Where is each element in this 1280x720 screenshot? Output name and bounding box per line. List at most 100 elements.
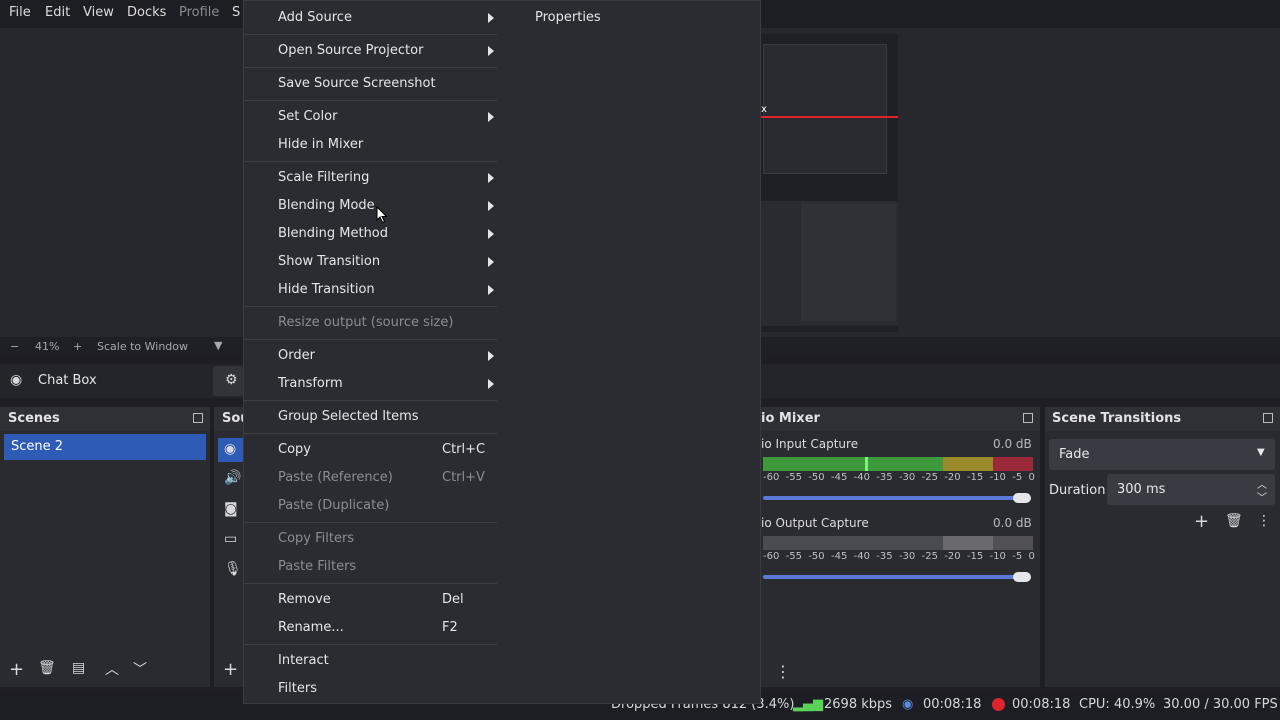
fps: 30.00 / 30.00 FPS — [1163, 697, 1278, 712]
shortcut-paste: Ctrl+V — [442, 470, 485, 485]
selected-source-name: Chat Box — [38, 373, 97, 388]
menu-item-filters[interactable]: Filters — [278, 681, 317, 696]
menu-item-scale-filtering[interactable]: Scale Filtering — [278, 170, 369, 185]
menu-item-paste-duplicate: Paste (Duplicate) — [278, 498, 390, 513]
source-properties-button[interactable]: ⚙ — [213, 366, 243, 396]
move-down-icon[interactable]: ﹀ — [133, 659, 147, 679]
menu-docks[interactable]: Docks — [127, 5, 166, 20]
transition-select[interactable]: Fade ▼ — [1049, 439, 1275, 470]
chevron-down-icon: ▼ — [1257, 447, 1265, 458]
shortcut-copy: Ctrl+C — [442, 442, 486, 457]
menu-item-copy-filters: Copy Filters — [278, 531, 355, 546]
scene-transitions-dock: Scene Transitions Fade ▼ Duration 300 ms… — [1045, 407, 1280, 687]
add-transition-icon[interactable]: + — [1194, 511, 1209, 532]
menu-file[interactable]: File — [9, 5, 31, 20]
stepper-down-icon[interactable]: ﹀ — [1257, 489, 1267, 504]
menu-item-transform[interactable]: Transform — [278, 376, 343, 391]
menu-item-order[interactable]: Order — [278, 348, 315, 363]
menu-item-blending-mode[interactable]: Blending Mode — [278, 198, 375, 213]
scenes-dock-title: Scenes — [0, 407, 210, 431]
menu-item-hide-transition[interactable]: Hide Transition — [278, 282, 375, 297]
menu-item-show-transition[interactable]: Show Transition — [278, 254, 380, 269]
preview-canvas[interactable]: x — [761, 34, 898, 332]
volume-slider-handle[interactable] — [1013, 572, 1031, 582]
menu-item-resize-output: Resize output (source size) — [278, 315, 454, 330]
duration-value: 300 ms — [1117, 482, 1166, 497]
volume-meter-dim-mid — [943, 536, 993, 550]
scene-item[interactable]: Scene 2 — [4, 434, 206, 460]
mixer-menu-icon[interactable]: ⋮ — [775, 662, 791, 681]
preview-inner-window — [763, 44, 887, 174]
menu-item-hide-in-mixer[interactable]: Hide in Mixer — [278, 137, 363, 152]
submenu-arrow-icon — [488, 351, 494, 361]
shortcut-remove: Del — [442, 592, 464, 607]
menu-separator — [244, 34, 497, 35]
globe-icon: ◉ — [10, 372, 23, 388]
monitor-icon: ▭ — [224, 531, 238, 547]
trash-icon[interactable]: 🗑 — [1225, 513, 1243, 529]
preview-nested-dock — [801, 203, 896, 321]
volume-slider-output[interactable] — [763, 575, 1025, 579]
menu-item-add-source[interactable]: Add Source — [278, 10, 352, 25]
sources-dock: Sou ◉ 🔊 ◙ ▭ 🎙 + — [214, 407, 250, 687]
menu-item-properties[interactable]: Properties — [535, 10, 601, 25]
menu-item-open-source-projector[interactable]: Open Source Projector — [278, 43, 423, 58]
transition-menu-icon[interactable]: ⋮ — [1257, 513, 1271, 529]
scale-mode-select[interactable]: Scale to Window — [97, 340, 188, 353]
volume-slider-handle[interactable] — [1013, 493, 1031, 503]
volume-meter-green — [763, 457, 943, 471]
float-dock-icon[interactable] — [193, 413, 203, 423]
chevron-down-icon[interactable]: ▼ — [214, 339, 222, 352]
preview-red-line — [761, 116, 898, 118]
menu-item-group-selected[interactable]: Group Selected Items — [278, 409, 419, 424]
move-up-icon[interactable]: ︿ — [105, 659, 119, 679]
globe-icon: ◉ — [224, 441, 237, 457]
submenu-arrow-icon — [488, 229, 494, 239]
add-source-icon[interactable]: + — [223, 659, 238, 680]
zoom-out-button[interactable]: − — [10, 340, 19, 353]
duration-input[interactable]: 300 ms ︿ ﹀ — [1107, 474, 1275, 505]
source-context-menu: Add Source Open Source Projector Save So… — [243, 0, 761, 704]
trash-icon[interactable]: 🗑 — [38, 660, 56, 676]
mixer-track-level: 0.0 dB — [993, 437, 1032, 451]
sources-dock-title: Sou — [214, 407, 250, 431]
add-scene-icon[interactable]: + — [9, 659, 24, 680]
submenu-arrow-icon — [488, 379, 494, 389]
submenu-arrow-icon — [488, 46, 494, 56]
microphone-icon: 🎙 — [224, 561, 242, 577]
stream-icon: ◉ — [902, 697, 914, 712]
volume-meter-dim — [763, 536, 943, 550]
menu-separator — [244, 583, 497, 584]
scene-transitions-title: Scene Transitions — [1045, 407, 1280, 431]
menu-separator — [244, 644, 497, 645]
menu-item-copy[interactable]: Copy — [278, 442, 311, 457]
menu-separator — [244, 67, 497, 68]
menu-view[interactable]: View — [83, 5, 114, 20]
float-dock-icon[interactable] — [1023, 413, 1033, 423]
mixer-track-name: io Input Capture — [761, 437, 859, 451]
peak-indicator — [865, 457, 868, 471]
menu-item-remove[interactable]: Remove — [278, 592, 331, 607]
float-dock-icon[interactable] — [1263, 413, 1273, 423]
shortcut-rename: F2 — [442, 620, 458, 635]
menu-separator — [244, 433, 497, 434]
volume-meter-yellow — [943, 457, 993, 471]
volume-meter-dim-high — [993, 536, 1033, 550]
menu-item-set-color[interactable]: Set Color — [278, 109, 337, 124]
preview-x-mark: x — [761, 104, 767, 115]
scene-filters-icon[interactable]: ▤ — [72, 660, 85, 676]
scenes-toolbar: + 🗑 ▤ ︿ ﹀ — [0, 654, 210, 684]
menu-item-blending-method[interactable]: Blending Method — [278, 226, 388, 241]
camera-icon: ◙ — [224, 501, 238, 517]
zoom-in-button[interactable]: + — [73, 340, 82, 353]
mouse-cursor-icon — [376, 206, 388, 224]
volume-slider-input[interactable] — [763, 496, 1025, 500]
menu-item-rename[interactable]: Rename... — [278, 620, 344, 635]
menu-item-save-source-screenshot[interactable]: Save Source Screenshot — [278, 76, 436, 91]
menu-item-interact[interactable]: Interact — [278, 653, 329, 668]
submenu-arrow-icon — [488, 257, 494, 267]
menu-scene-collection[interactable]: S — [232, 5, 240, 20]
menu-separator — [244, 400, 497, 401]
menu-profile[interactable]: Profile — [179, 5, 219, 20]
menu-edit[interactable]: Edit — [45, 5, 70, 20]
